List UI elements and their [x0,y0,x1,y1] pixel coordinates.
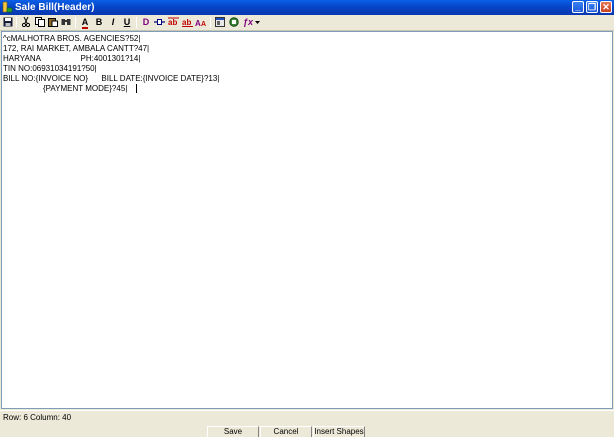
svg-text:ab: ab [168,18,177,27]
bold-button[interactable]: B [93,16,105,29]
cut-icon[interactable] [20,16,32,29]
save-button[interactable]: Save [207,426,259,437]
svg-text:A: A [201,21,206,27]
copy-icon[interactable] [34,16,46,29]
d-button[interactable]: D [140,16,152,29]
status-bar: Row: 6 Column: 40 [0,410,614,424]
link-icon[interactable] [153,16,165,29]
insert-picture-icon[interactable] [228,16,240,29]
underline-button[interactable]: U [121,16,133,29]
button-bar: Save Cancel Insert Shapes [0,425,614,437]
double-width-icon[interactable]: ab [181,16,193,29]
title-bar: Sale Bill(Header) _ ❐ ✕ [0,0,614,15]
cursor-position: Row: 6 Column: 40 [3,413,72,422]
properties-icon[interactable] [214,16,226,29]
font-color-icon[interactable]: A [79,16,91,29]
toolbar: A B I U D ab ab AA ƒx [0,15,614,31]
editor-line: {PAYMENT MODE}?45| [3,84,128,93]
editor-line: ^cMALHOTRA BROS. AGENCIES?52| [3,34,141,43]
font-color-label: A [81,17,89,29]
editor-line: 172, RAI MARKET, AMBALA CANTT?47| [3,44,150,53]
close-button[interactable]: ✕ [600,1,612,13]
double-height-icon[interactable]: ab [167,16,179,29]
svg-text:ab: ab [182,18,191,27]
paste-icon[interactable] [47,16,59,29]
editor-line: BILL NO:{INVOICE NO} BILL DATE:{INVOICE … [3,74,220,83]
save-icon[interactable] [2,16,14,29]
text-caret [136,84,137,93]
insert-shapes-button[interactable]: Insert Shapes [313,426,365,437]
editor-line: TIN NO:06931034191?50| [3,64,97,73]
app-icon [2,1,13,13]
find-icon[interactable] [60,16,72,29]
editor-line: HARYANA PH:4001301?14| [3,54,141,63]
font-size-icon[interactable]: AA [195,16,207,29]
restore-button[interactable]: ❐ [586,1,598,13]
function-button[interactable]: ƒx [242,16,254,29]
editor-area[interactable]: ^cMALHOTRA BROS. AGENCIES?52| 172, RAI M… [1,31,613,409]
italic-button[interactable]: I [107,16,119,29]
cancel-button[interactable]: Cancel [260,426,312,437]
window-title: Sale Bill(Header) [15,2,95,13]
minimize-button[interactable]: _ [572,1,584,13]
function-dropdown-icon[interactable] [254,16,261,29]
